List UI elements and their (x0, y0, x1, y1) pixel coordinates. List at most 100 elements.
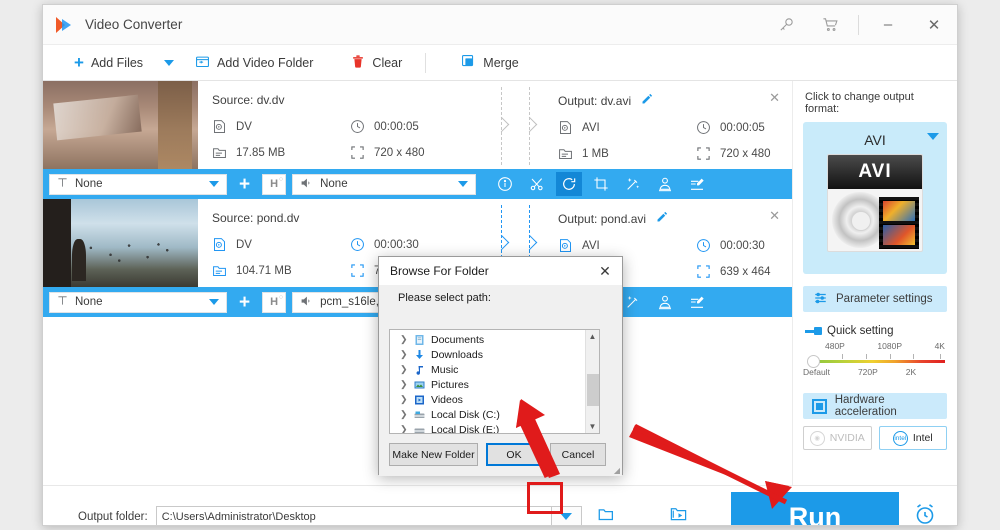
close-button[interactable]: ✕ (911, 5, 957, 45)
crop-icon[interactable] (588, 172, 614, 196)
list-item-label: Documents (431, 333, 485, 346)
expand-chevron-icon[interactable]: ❯ (400, 394, 408, 405)
hdr-toggle-button[interactable]: H ○ (262, 173, 287, 195)
music-icon (413, 364, 426, 376)
filesize-icon (558, 146, 573, 161)
rotate-icon[interactable] (556, 172, 583, 196)
expand-chevron-icon[interactable]: ❯ (400, 364, 408, 375)
open-folder-button[interactable] (596, 506, 616, 526)
output-format: AVI (558, 120, 696, 135)
add-track-button[interactable]: + (233, 293, 256, 312)
edit-pencil-icon[interactable] (641, 93, 653, 108)
alarm-clock-button[interactable] (913, 502, 937, 525)
hardware-acceleration-button[interactable]: Hardware acceleration (803, 393, 947, 419)
expand-chevron-icon[interactable]: ❯ (400, 424, 408, 433)
arrow-separator (488, 81, 516, 169)
source-format: DV (212, 119, 350, 134)
chevron-down-icon[interactable] (927, 133, 939, 140)
change-format-label: Click to change output format: (805, 91, 914, 115)
watermark-icon[interactable] (652, 290, 678, 314)
cart-icon[interactable] (808, 5, 852, 45)
gpu-nvidia-button[interactable]: ◉ NVIDIA (803, 426, 872, 450)
list-item[interactable]: ❯ Downloads (390, 347, 599, 362)
filesize-icon (212, 145, 227, 160)
file-format-icon (212, 119, 227, 134)
subtitle-edit-icon[interactable] (684, 290, 710, 314)
expand-chevron-icon[interactable]: ❯ (400, 379, 408, 390)
slider-tick-4k: 4K (934, 341, 945, 351)
nvidia-icon: ◉ (809, 430, 825, 446)
chevron-down-icon (164, 59, 175, 66)
edit-pencil-icon[interactable] (656, 211, 668, 226)
dialog-close-button[interactable]: ✕ (588, 257, 622, 285)
list-item[interactable]: ❯ Local Disk (E:) (390, 422, 599, 434)
expand-chevron-icon[interactable]: ❯ (400, 409, 408, 420)
scroll-up-icon[interactable]: ▲ (586, 330, 599, 343)
list-item[interactable]: ❯ Music (390, 362, 599, 377)
effect-icon[interactable] (620, 290, 646, 314)
video-thumbnail[interactable] (43, 199, 198, 287)
cut-icon[interactable] (524, 172, 550, 196)
file-row[interactable]: Source: dv.dv DV 00:00:05 17.85 MB 720 x… (43, 81, 792, 169)
scrollbar-thumb[interactable] (587, 374, 599, 406)
output-sidebar: Click to change output format: AVI AVI P… (793, 81, 957, 485)
list-item[interactable]: ❯ Videos (390, 392, 599, 407)
watermark-icon[interactable] (652, 172, 678, 196)
expand-chevron-icon[interactable]: ❯ (400, 334, 408, 345)
parameter-settings-button[interactable]: Parameter settings (803, 286, 947, 312)
titlebar-divider (858, 14, 859, 35)
video-thumbnail[interactable] (43, 81, 198, 169)
ok-button[interactable]: OK (486, 443, 542, 466)
add-video-folder-button[interactable]: Add Video Folder (186, 45, 322, 81)
system-disk-icon (413, 409, 426, 421)
list-item[interactable]: ❯ Local Disk (C:) (390, 407, 599, 422)
info-icon[interactable] (492, 172, 518, 196)
run-button[interactable]: Run (731, 492, 899, 525)
add-files-button[interactable]: + Add Files (65, 45, 152, 81)
subtitle-track-select[interactable]: None (49, 291, 227, 313)
dropdown-caret-icon (560, 513, 573, 520)
merge-icon (461, 54, 476, 72)
add-track-button[interactable]: + (233, 175, 256, 194)
edit-tools (492, 172, 710, 196)
source-format-text: DV (236, 120, 252, 133)
toolbar-divider (425, 52, 427, 73)
subtitle-edit-icon[interactable] (684, 172, 710, 196)
remove-file-button[interactable]: ✕ (769, 90, 780, 106)
merge-button[interactable]: Merge (452, 45, 527, 81)
make-new-folder-button[interactable]: Make New Folder (389, 443, 478, 466)
minimize-button[interactable]: – (865, 5, 911, 45)
output-resolution: 720 x 480 (696, 146, 792, 161)
resolution-icon (696, 146, 711, 161)
output-folder-input[interactable]: C:\Users\Administrator\Desktop (155, 505, 552, 525)
add-files-dropdown[interactable] (152, 45, 186, 81)
folder-tree[interactable]: ❯ Documents ❯ Downloads ❯ Music ❯ Pictur… (389, 329, 600, 434)
subtitle-track-select[interactable]: None (49, 173, 227, 195)
quality-slider[interactable]: 480P 1080P 4K Default 720P 2K (803, 341, 947, 385)
file-format-icon (212, 237, 227, 252)
chip-icon (812, 398, 827, 414)
output-format-card[interactable]: AVI AVI (803, 122, 947, 274)
cancel-button[interactable]: Cancel (550, 443, 606, 466)
list-item[interactable]: ❯ Documents (390, 332, 599, 347)
track-edit-bar: None + H ○ None (43, 169, 792, 199)
tree-scrollbar[interactable]: ▲ ▼ (585, 330, 599, 433)
audio-track-select[interactable]: None (292, 173, 477, 195)
browse-for-folder-dialog: Browse For Folder ✕ Please select path: … (378, 256, 623, 476)
gpu-intel-button[interactable]: intel Intel (878, 426, 947, 450)
app-logo-icon (56, 16, 74, 34)
resize-grip-icon[interactable]: ◢ (614, 466, 620, 475)
clear-button[interactable]: Clear (342, 45, 411, 81)
key-icon[interactable] (764, 5, 808, 45)
source-filesize: 17.85 MB (212, 145, 350, 160)
videos-icon (413, 394, 426, 406)
effect-icon[interactable] (620, 172, 646, 196)
slider-tick-720p: 720P (857, 367, 878, 377)
list-item[interactable]: ❯ Pictures (390, 377, 599, 392)
expand-chevron-icon[interactable]: ❯ (400, 349, 408, 360)
video-folder-button[interactable] (668, 505, 689, 525)
hdr-toggle-button[interactable]: H ○ (262, 291, 287, 313)
remove-file-button[interactable]: ✕ (769, 208, 780, 224)
scroll-down-icon[interactable]: ▼ (586, 420, 599, 433)
slider-track[interactable] (813, 360, 945, 363)
